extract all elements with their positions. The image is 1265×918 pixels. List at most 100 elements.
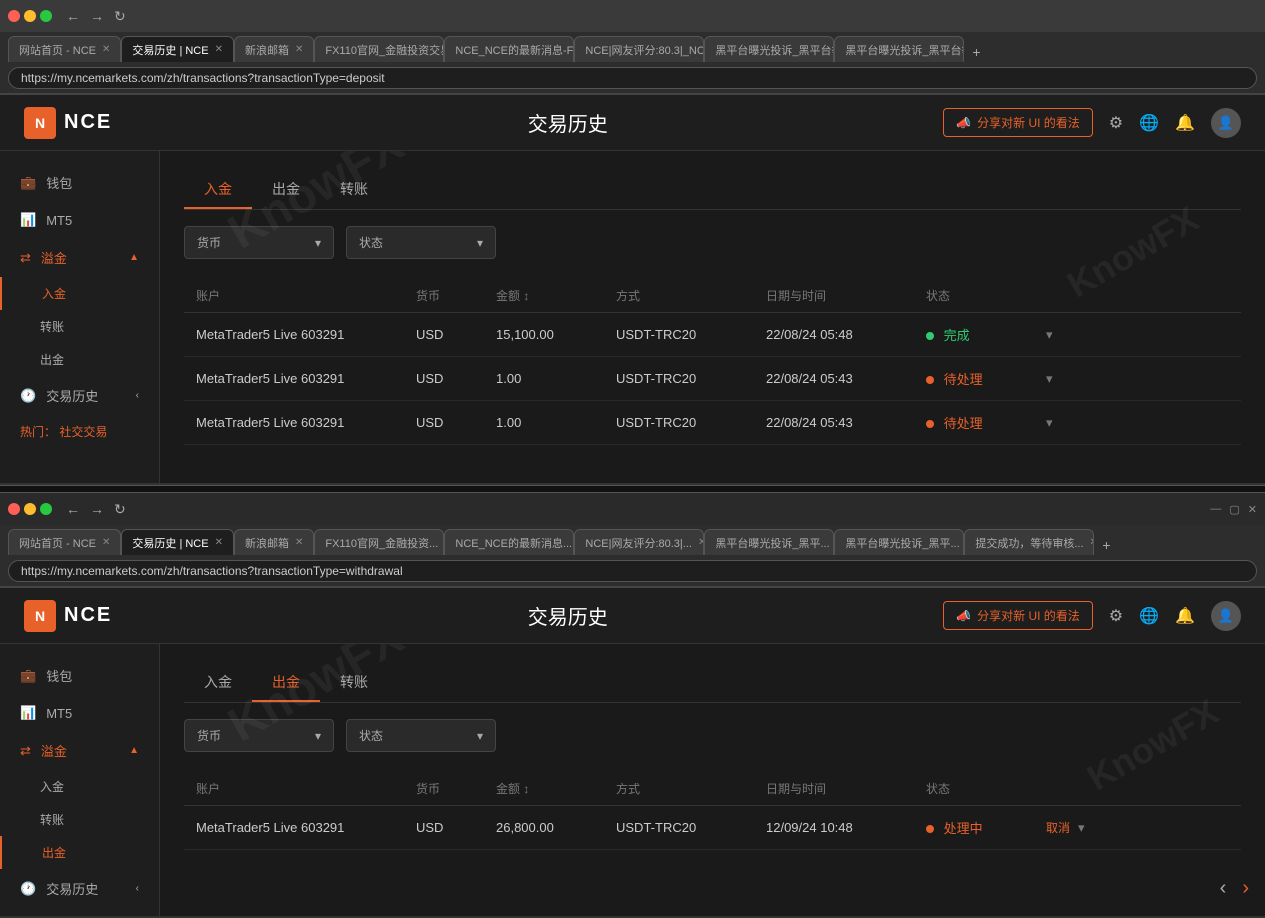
tab-transfer-1[interactable]: 转账: [320, 171, 388, 209]
browser-tab2-black1[interactable]: 黑平台曝光投诉_黑平... ✕: [704, 529, 834, 555]
share-button-1[interactable]: 📣 分享对新 UI 的看法: [943, 108, 1093, 137]
tab-withdraw-1[interactable]: 出金: [252, 171, 320, 209]
browser-tab2-home[interactable]: 网站首页 - NCE ✕: [8, 529, 121, 555]
app-body-2: 💼 钱包 📊 MT5 ⇄ 溢金 ▲ 入金 转账 出金 🕐 交易历史: [0, 644, 1265, 916]
sidebar-item-wallet-1[interactable]: 💼 钱包: [0, 163, 159, 202]
sidebar-item-history-2[interactable]: 🕐 交易历史 ‹: [0, 869, 159, 908]
sidebar-subitem-transfer-2[interactable]: 转账: [0, 803, 159, 836]
tab-withdraw-2[interactable]: 出金: [252, 664, 320, 702]
minimize-icon-2[interactable]: —: [1210, 503, 1221, 515]
share-button-2[interactable]: 📣 分享对新 UI 的看法: [943, 601, 1093, 630]
min-dot[interactable]: [24, 10, 36, 22]
avatar-2[interactable]: 👤: [1211, 601, 1241, 631]
new-tab-button-2[interactable]: +: [1098, 535, 1114, 555]
logo-text-2: NCE: [64, 604, 112, 627]
app-header-1: N NCE 交易历史 📣 分享对新 UI 的看法 ⚙ 🌐 🔔 👤: [0, 95, 1265, 151]
tabs-row-1: 入金 出金 转账: [184, 171, 1241, 210]
expand-icon-2[interactable]: ▾: [1078, 820, 1085, 836]
back-button-2[interactable]: ←: [62, 499, 84, 520]
prev-arrow[interactable]: ‹: [1220, 877, 1227, 900]
tab-close-icon[interactable]: ✕: [215, 537, 223, 548]
tab-transfer-2[interactable]: 转账: [320, 664, 388, 702]
close-dot-2[interactable]: [8, 503, 20, 515]
expand-icon[interactable]: ▾: [1046, 415, 1086, 431]
app-window-1: N NCE 交易历史 📣 分享对新 UI 的看法 ⚙ 🌐 🔔 👤 💼: [0, 95, 1265, 485]
browser-tab2-nce-review[interactable]: NCE|网友评分:80.3|... ✕: [574, 529, 704, 555]
browser-tab-black2[interactable]: 黑平台曝光投诉_黑平台举... ✕: [834, 36, 964, 62]
tab-close-icon[interactable]: ✕: [295, 537, 303, 548]
tab-deposit-2[interactable]: 入金: [184, 664, 252, 702]
page-title-1: 交易历史: [528, 108, 608, 137]
browser-tab2-submit[interactable]: 提交成功，等待审核... ✕: [964, 529, 1094, 555]
language-button-2[interactable]: 🌐: [1139, 606, 1159, 626]
tab-close-icon[interactable]: ✕: [1090, 537, 1095, 548]
browser-tab2-history[interactable]: 交易历史 | NCE ✕: [121, 529, 234, 555]
browser-tab-history[interactable]: 交易历史 | NCE ✕: [121, 36, 234, 62]
app-header-2: N NCE 交易历史 📣 分享对新 UI 的看法 ⚙ 🌐 🔔 👤: [0, 588, 1265, 644]
close-dot[interactable]: [8, 10, 20, 22]
sidebar-item-funds-2[interactable]: ⇄ 溢金 ▲: [0, 731, 159, 770]
social-trading-link[interactable]: 社交交易: [59, 425, 107, 439]
tab-close-icon[interactable]: ✕: [215, 44, 223, 55]
forward-button-2[interactable]: →: [86, 499, 108, 520]
back-button[interactable]: ←: [62, 6, 84, 27]
notification-button-1[interactable]: 🔔: [1175, 113, 1195, 133]
sidebar-subitem-transfer-1[interactable]: 转账: [0, 310, 159, 343]
hotlinks-1: 热门： 社交交易: [0, 415, 159, 448]
chevron-down-icon: ▾: [315, 236, 321, 250]
tab-bar-2: 网站首页 - NCE ✕ 交易历史 | NCE ✕ 新浪邮箱 ✕ FX110官网…: [0, 525, 1265, 555]
browser-tab2-fx110[interactable]: FX110官网_金融投资... ✕: [314, 529, 444, 555]
browser-tab2-mail[interactable]: 新浪邮箱 ✕: [234, 529, 314, 555]
forward-button[interactable]: →: [86, 6, 108, 27]
sidebar-subitem-withdraw-1[interactable]: 出金: [0, 343, 159, 376]
sidebar-item-wallet-2[interactable]: 💼 钱包: [0, 656, 159, 695]
settings-button-2[interactable]: ⚙: [1109, 606, 1123, 626]
sidebar-item-funds-1[interactable]: ⇄ 溢金 ▲: [0, 238, 159, 277]
restore-icon-2[interactable]: ▢: [1229, 503, 1239, 516]
tab-close-icon[interactable]: ✕: [102, 537, 110, 548]
status-filter-2[interactable]: 状态 ▾: [346, 719, 496, 752]
logo-2: N NCE: [24, 600, 112, 632]
address-bar-2[interactable]: [8, 560, 1257, 582]
tab-close-icon[interactable]: ✕: [295, 44, 303, 55]
next-arrow[interactable]: ›: [1242, 877, 1249, 900]
main-content-1: KnowFX KnowFX 入金 出金 转账 货币 ▾ 状态 ▾: [160, 151, 1265, 483]
new-tab-button[interactable]: +: [968, 42, 984, 62]
tab-close-icon[interactable]: ✕: [102, 44, 110, 55]
cancel-button[interactable]: 取消: [1046, 819, 1070, 836]
browser-tab2-nce-news[interactable]: NCE_NCE的最新消息... ✕: [444, 529, 574, 555]
browser-tab-black1[interactable]: 黑平台曝光投诉_黑平台举... ✕: [704, 36, 834, 62]
settings-button-1[interactable]: ⚙: [1109, 113, 1123, 133]
sidebar-item-mt5-2[interactable]: 📊 MT5: [0, 695, 159, 731]
app-body-1: 💼 钱包 📊 MT5 ⇄ 溢金 ▲ 入金 转账 出金 🕐 交易历史: [0, 151, 1265, 483]
language-button-1[interactable]: 🌐: [1139, 113, 1159, 133]
sidebar-item-mt5-1[interactable]: 📊 MT5: [0, 202, 159, 238]
expand-icon[interactable]: ▾: [1046, 327, 1086, 343]
table-row: MetaTrader5 Live 603291 USD 1.00 USDT-TR…: [184, 357, 1241, 401]
status-filter-1[interactable]: 状态 ▾: [346, 226, 496, 259]
sidebar-subitem-withdraw-2[interactable]: 出金: [0, 836, 159, 869]
browser-tab2-black2[interactable]: 黑平台曝光投诉_黑平... ✕: [834, 529, 964, 555]
sidebar-subitem-deposit-2[interactable]: 入金: [0, 770, 159, 803]
max-dot-2[interactable]: [40, 503, 52, 515]
currency-filter-1[interactable]: 货币 ▾: [184, 226, 334, 259]
notification-button-2[interactable]: 🔔: [1175, 606, 1195, 626]
min-dot-2[interactable]: [24, 503, 36, 515]
tab-deposit-1[interactable]: 入金: [184, 171, 252, 209]
browser-tab-mail[interactable]: 新浪邮箱 ✕: [234, 36, 314, 62]
avatar-1[interactable]: 👤: [1211, 108, 1241, 138]
max-dot[interactable]: [40, 10, 52, 22]
close-icon-2[interactable]: ✕: [1248, 503, 1257, 516]
sidebar-item-history-1[interactable]: 🕐 交易历史 ‹: [0, 376, 159, 415]
browser-tab-nce-review[interactable]: NCE|网友评分:80.3|_NCE... ✕: [574, 36, 704, 62]
refresh-button-2[interactable]: ↻: [110, 499, 130, 520]
sidebar-subitem-deposit-1[interactable]: 入金: [0, 277, 159, 310]
address-bar-1[interactable]: [8, 67, 1257, 89]
expand-icon[interactable]: ▾: [1046, 371, 1086, 387]
table-header-2: 账户 货币 金额 ↕ 方式 日期与时间 状态: [184, 772, 1241, 806]
currency-filter-2[interactable]: 货币 ▾: [184, 719, 334, 752]
browser-tab-home[interactable]: 网站首页 - NCE ✕: [8, 36, 121, 62]
browser-tab-nce-news[interactable]: NCE_NCE的最新消息-FX1... ✕: [444, 36, 574, 62]
browser-tab-fx110[interactable]: FX110官网_金融投资交易... ✕: [314, 36, 444, 62]
refresh-button[interactable]: ↻: [110, 6, 130, 27]
